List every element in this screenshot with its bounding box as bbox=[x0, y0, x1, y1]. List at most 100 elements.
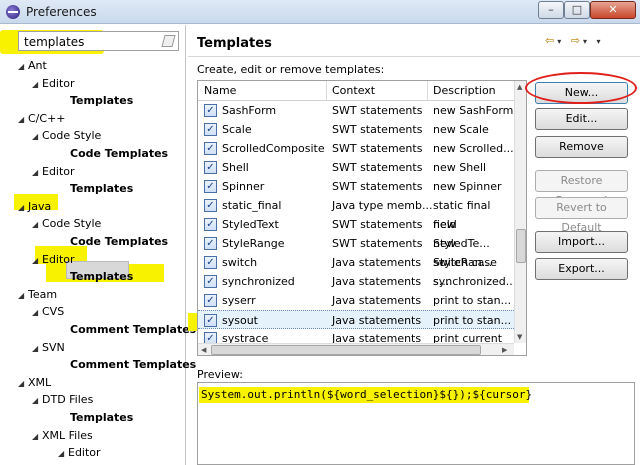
cell-context: SWT statements bbox=[332, 142, 423, 155]
row-checkbox[interactable]: ✓ bbox=[204, 199, 217, 212]
cell-name: static_final bbox=[222, 199, 282, 212]
table-row[interactable]: ✓ Spinner SWT statements new Spinner bbox=[198, 177, 514, 196]
clear-filter-icon[interactable] bbox=[161, 35, 176, 47]
table-row[interactable]: ✓ SashForm SWT statements new SashForm bbox=[198, 101, 514, 120]
maximize-button[interactable]: □ bbox=[564, 1, 590, 19]
row-checkbox[interactable]: ✓ bbox=[204, 294, 217, 307]
minimize-button[interactable]: – bbox=[538, 1, 564, 19]
expand-arrow-icon[interactable]: ◢ bbox=[32, 164, 42, 182]
horizontal-scroll-thumb[interactable] bbox=[211, 345, 481, 355]
row-checkbox[interactable]: ✓ bbox=[204, 275, 217, 288]
tree-item[interactable]: ◢ C/C++ bbox=[18, 110, 66, 128]
revert-to-default-button[interactable]: Revert to Default bbox=[535, 197, 628, 234]
column-separator[interactable] bbox=[427, 81, 428, 101]
close-button[interactable]: ✕ bbox=[590, 1, 636, 19]
back-menu-icon[interactable]: ▾ bbox=[557, 37, 564, 46]
edit-button[interactable]: Edit... bbox=[535, 108, 628, 130]
expand-arrow-icon[interactable]: ◢ bbox=[18, 111, 28, 129]
table-row[interactable]: ✓ sysout Java statements print to stan... bbox=[198, 310, 514, 329]
tree-item[interactable]: Templates bbox=[70, 180, 133, 198]
row-checkbox[interactable]: ✓ bbox=[204, 314, 217, 327]
expand-arrow-icon[interactable]: ◢ bbox=[18, 287, 28, 305]
row-checkbox[interactable]: ✓ bbox=[204, 237, 217, 250]
expand-arrow-icon[interactable]: ◢ bbox=[18, 199, 28, 217]
scroll-up-icon[interactable]: ▲ bbox=[517, 83, 522, 91]
tree-item[interactable]: ◢ Team bbox=[18, 286, 57, 304]
tree-item[interactable]: ◢ Code Style bbox=[32, 127, 101, 145]
tree-item[interactable]: ◢ Java bbox=[18, 198, 51, 216]
expand-arrow-icon[interactable]: ◢ bbox=[32, 216, 42, 234]
table-row[interactable]: ✓ syserr Java statements print to stan... bbox=[198, 291, 514, 310]
tree-item[interactable]: Comment Templates bbox=[70, 356, 196, 374]
tree-item-label: Templates bbox=[70, 270, 134, 284]
tree-item[interactable]: Templates bbox=[70, 409, 133, 427]
forward-icon[interactable]: ⇨ bbox=[571, 34, 583, 47]
templates-table[interactable]: Name Context Description ✓ SashForm SWT st… bbox=[197, 80, 527, 356]
column-name[interactable]: Name bbox=[204, 84, 236, 97]
expand-arrow-icon[interactable]: ◢ bbox=[32, 428, 42, 446]
vertical-scroll-thumb[interactable] bbox=[516, 229, 526, 263]
table-row[interactable]: ✓ StyledText SWT statements new StyledTe... bbox=[198, 215, 514, 250]
tree-item[interactable]: ◢ Ant bbox=[18, 57, 47, 75]
tree-item[interactable]: Comment Templates bbox=[70, 321, 196, 339]
restore-removed-button[interactable]: Restore Removed bbox=[535, 170, 628, 207]
table-row[interactable]: ✓ Shell SWT statements new Shell bbox=[198, 158, 514, 177]
column-separator[interactable] bbox=[326, 81, 327, 101]
tree-item[interactable]: Templates bbox=[70, 92, 133, 110]
table-row[interactable]: ✓ ScrolledComposite SWT statements new Scro… bbox=[198, 139, 514, 158]
scroll-left-icon[interactable]: ◀ bbox=[201, 346, 206, 354]
row-checkbox[interactable]: ✓ bbox=[204, 256, 217, 269]
tree-item[interactable]: ◢ SVN bbox=[32, 339, 65, 357]
scroll-down-icon[interactable]: ▼ bbox=[517, 333, 522, 341]
view-menu-icon[interactable]: ▾ bbox=[596, 37, 603, 46]
row-checkbox[interactable]: ✓ bbox=[204, 123, 217, 136]
row-checkbox[interactable]: ✓ bbox=[204, 104, 217, 117]
table-row[interactable]: ✓ StyleRange SWT statements new StyleRan... bbox=[198, 234, 514, 269]
expand-arrow-icon[interactable]: ◢ bbox=[18, 58, 28, 76]
tree-item[interactable]: ◢ CVS bbox=[32, 303, 64, 321]
expand-arrow-icon[interactable]: ◢ bbox=[32, 76, 42, 94]
tree-item[interactable]: ◢ XML Files bbox=[32, 427, 93, 445]
expand-arrow-icon[interactable]: ◢ bbox=[58, 445, 68, 463]
tree-item[interactable]: ◢ Editor bbox=[32, 251, 75, 269]
vertical-scrollbar[interactable]: ▲ ▼ bbox=[514, 81, 526, 343]
import-button[interactable]: Import... bbox=[535, 231, 628, 253]
forward-menu-icon[interactable]: ▾ bbox=[583, 37, 590, 46]
row-checkbox[interactable]: ✓ bbox=[204, 142, 217, 155]
back-icon[interactable]: ⇦ bbox=[545, 34, 557, 47]
row-checkbox[interactable]: ✓ bbox=[204, 161, 217, 174]
expand-arrow-icon[interactable]: ◢ bbox=[32, 252, 42, 270]
tree-item[interactable]: ◢ Editor bbox=[32, 75, 75, 93]
expand-arrow-icon[interactable]: ◢ bbox=[32, 304, 42, 322]
window-title: Preferences bbox=[26, 5, 97, 19]
tree-item[interactable]: Code Templates bbox=[70, 233, 168, 251]
expand-arrow-icon[interactable]: ◢ bbox=[18, 375, 28, 393]
tree-item[interactable]: ◢ XML bbox=[18, 374, 51, 392]
tree-item[interactable]: Templates bbox=[70, 268, 133, 286]
row-checkbox[interactable]: ✓ bbox=[204, 180, 217, 193]
column-description[interactable]: Description bbox=[433, 84, 496, 97]
expand-arrow-icon[interactable]: ◢ bbox=[32, 340, 42, 358]
column-context[interactable]: Context bbox=[332, 84, 375, 97]
tree-item[interactable]: Code Templates bbox=[70, 145, 168, 163]
table-row[interactable]: ✓ synchronized Java statements synchronized… bbox=[198, 272, 516, 291]
row-checkbox[interactable]: ✓ bbox=[204, 218, 217, 231]
eclipse-logo-icon bbox=[6, 5, 20, 19]
horizontal-scrollbar[interactable]: ◀ ▶ bbox=[198, 343, 514, 355]
table-row[interactable]: ✓ switch Java statements switch case s... bbox=[198, 253, 514, 288]
scroll-right-icon[interactable]: ▶ bbox=[502, 346, 507, 354]
navigation-icons[interactable]: ⇦▾ ⇨▾ ▾ bbox=[545, 34, 603, 47]
expand-arrow-icon[interactable]: ◢ bbox=[32, 128, 42, 146]
preview-text: System.out.println(${word_selection}${})… bbox=[201, 388, 533, 401]
remove-button[interactable]: Remove bbox=[535, 136, 628, 158]
export-button[interactable]: Export... bbox=[535, 258, 628, 280]
tree-item[interactable]: ◢ Editor bbox=[32, 163, 75, 181]
tree-item[interactable]: ◢ DTD Files bbox=[32, 391, 93, 409]
expand-arrow-icon[interactable]: ◢ bbox=[32, 392, 42, 410]
tree-item[interactable]: ◢ Editor bbox=[58, 444, 101, 462]
tree-item[interactable]: ◢ Code Style bbox=[32, 215, 101, 233]
table-row[interactable]: ✓ static_final Java type memb... static fin… bbox=[198, 196, 514, 231]
table-row[interactable]: ✓ Scale SWT statements new Scale bbox=[198, 120, 514, 139]
filter-input[interactable]: templates bbox=[18, 31, 179, 51]
cell-name: Scale bbox=[222, 123, 252, 136]
